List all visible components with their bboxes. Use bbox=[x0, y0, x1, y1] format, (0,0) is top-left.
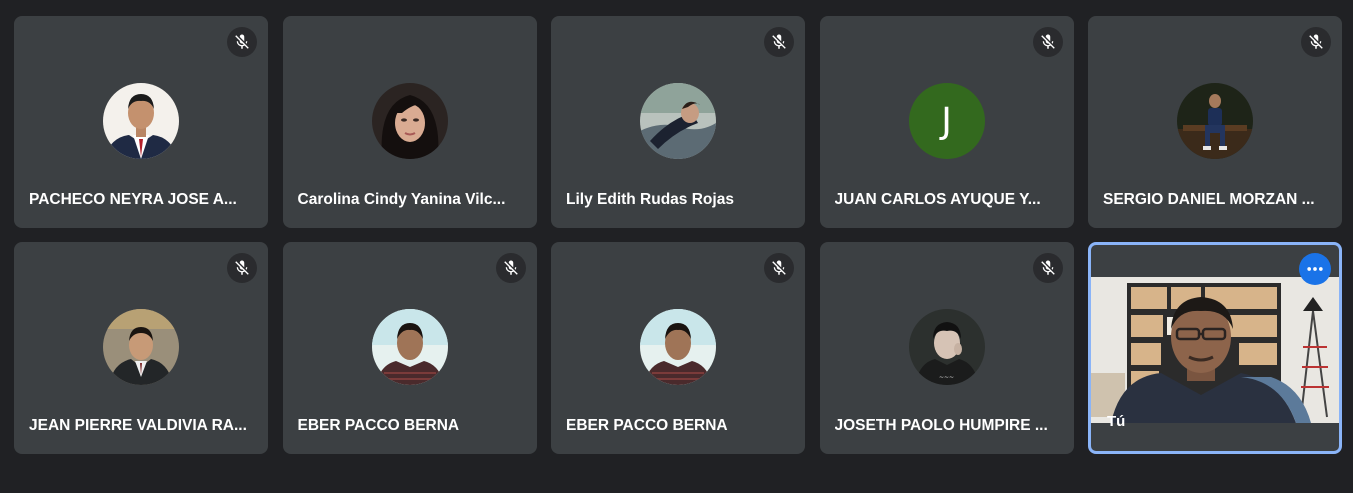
avatar bbox=[1177, 83, 1253, 159]
mic-off-icon bbox=[1032, 27, 1063, 57]
svg-text:~~~: ~~~ bbox=[939, 374, 954, 381]
participant-name: Carolina Cindy Yanina Vilc... bbox=[297, 191, 506, 208]
participant-tile[interactable]: EBER PACCO BERNA bbox=[551, 242, 805, 454]
participant-grid: PACHECO NEYRA JOSE A... Carolina Cindy Y… bbox=[14, 16, 1342, 454]
more-horizontal-icon[interactable] bbox=[1299, 253, 1331, 285]
avatar bbox=[640, 309, 716, 385]
participant-name: JOSETH PAOLO HUMPIRE ... bbox=[834, 417, 1048, 434]
participant-tile[interactable]: Lily Edith Rudas Rojas bbox=[551, 16, 805, 228]
participant-tile[interactable]: PACHECO NEYRA JOSE A... bbox=[14, 16, 268, 228]
participant-tile[interactable]: Carolina Cindy Yanina Vilc... bbox=[282, 16, 537, 228]
mic-off-icon bbox=[764, 27, 794, 57]
participant-tile[interactable]: EBER PACCO BERNA bbox=[282, 242, 537, 454]
participant-tile[interactable]: J JUAN CARLOS AYUQUE Y... bbox=[819, 16, 1074, 228]
mic-off-icon bbox=[227, 253, 257, 283]
participant-tile[interactable]: ~~~ JOSETH PAOLO HUMPIRE ... bbox=[819, 242, 1074, 454]
avatar bbox=[640, 83, 716, 159]
participant-name: Lily Edith Rudas Rojas bbox=[566, 191, 734, 208]
self-tile[interactable]: Tú bbox=[1088, 242, 1342, 454]
mic-off-icon bbox=[227, 27, 257, 57]
mic-off-icon bbox=[764, 253, 794, 283]
self-video bbox=[1091, 277, 1339, 423]
mic-off-icon bbox=[1032, 253, 1063, 283]
participant-name: PACHECO NEYRA JOSE A... bbox=[29, 191, 237, 208]
participant-name: SERGIO DANIEL MORZAN ... bbox=[1103, 191, 1315, 208]
avatar bbox=[103, 83, 179, 159]
self-name: Tú bbox=[1107, 413, 1126, 430]
participant-name: EBER PACCO BERNA bbox=[566, 417, 728, 434]
avatar bbox=[371, 83, 448, 159]
avatar bbox=[103, 309, 179, 385]
mic-off-icon bbox=[1301, 27, 1331, 57]
participant-tile[interactable]: SERGIO DANIEL MORZAN ... bbox=[1088, 16, 1342, 228]
avatar: ~~~ bbox=[908, 309, 985, 385]
mic-off-icon bbox=[495, 253, 526, 283]
avatar bbox=[371, 309, 448, 385]
participant-tile[interactable]: JEAN PIERRE VALDIVIA RA... bbox=[14, 242, 268, 454]
participant-name: EBER PACCO BERNA bbox=[297, 417, 460, 434]
avatar-initial: J bbox=[908, 83, 985, 159]
participant-name: JEAN PIERRE VALDIVIA RA... bbox=[29, 417, 247, 434]
participant-name: JUAN CARLOS AYUQUE Y... bbox=[834, 191, 1041, 208]
